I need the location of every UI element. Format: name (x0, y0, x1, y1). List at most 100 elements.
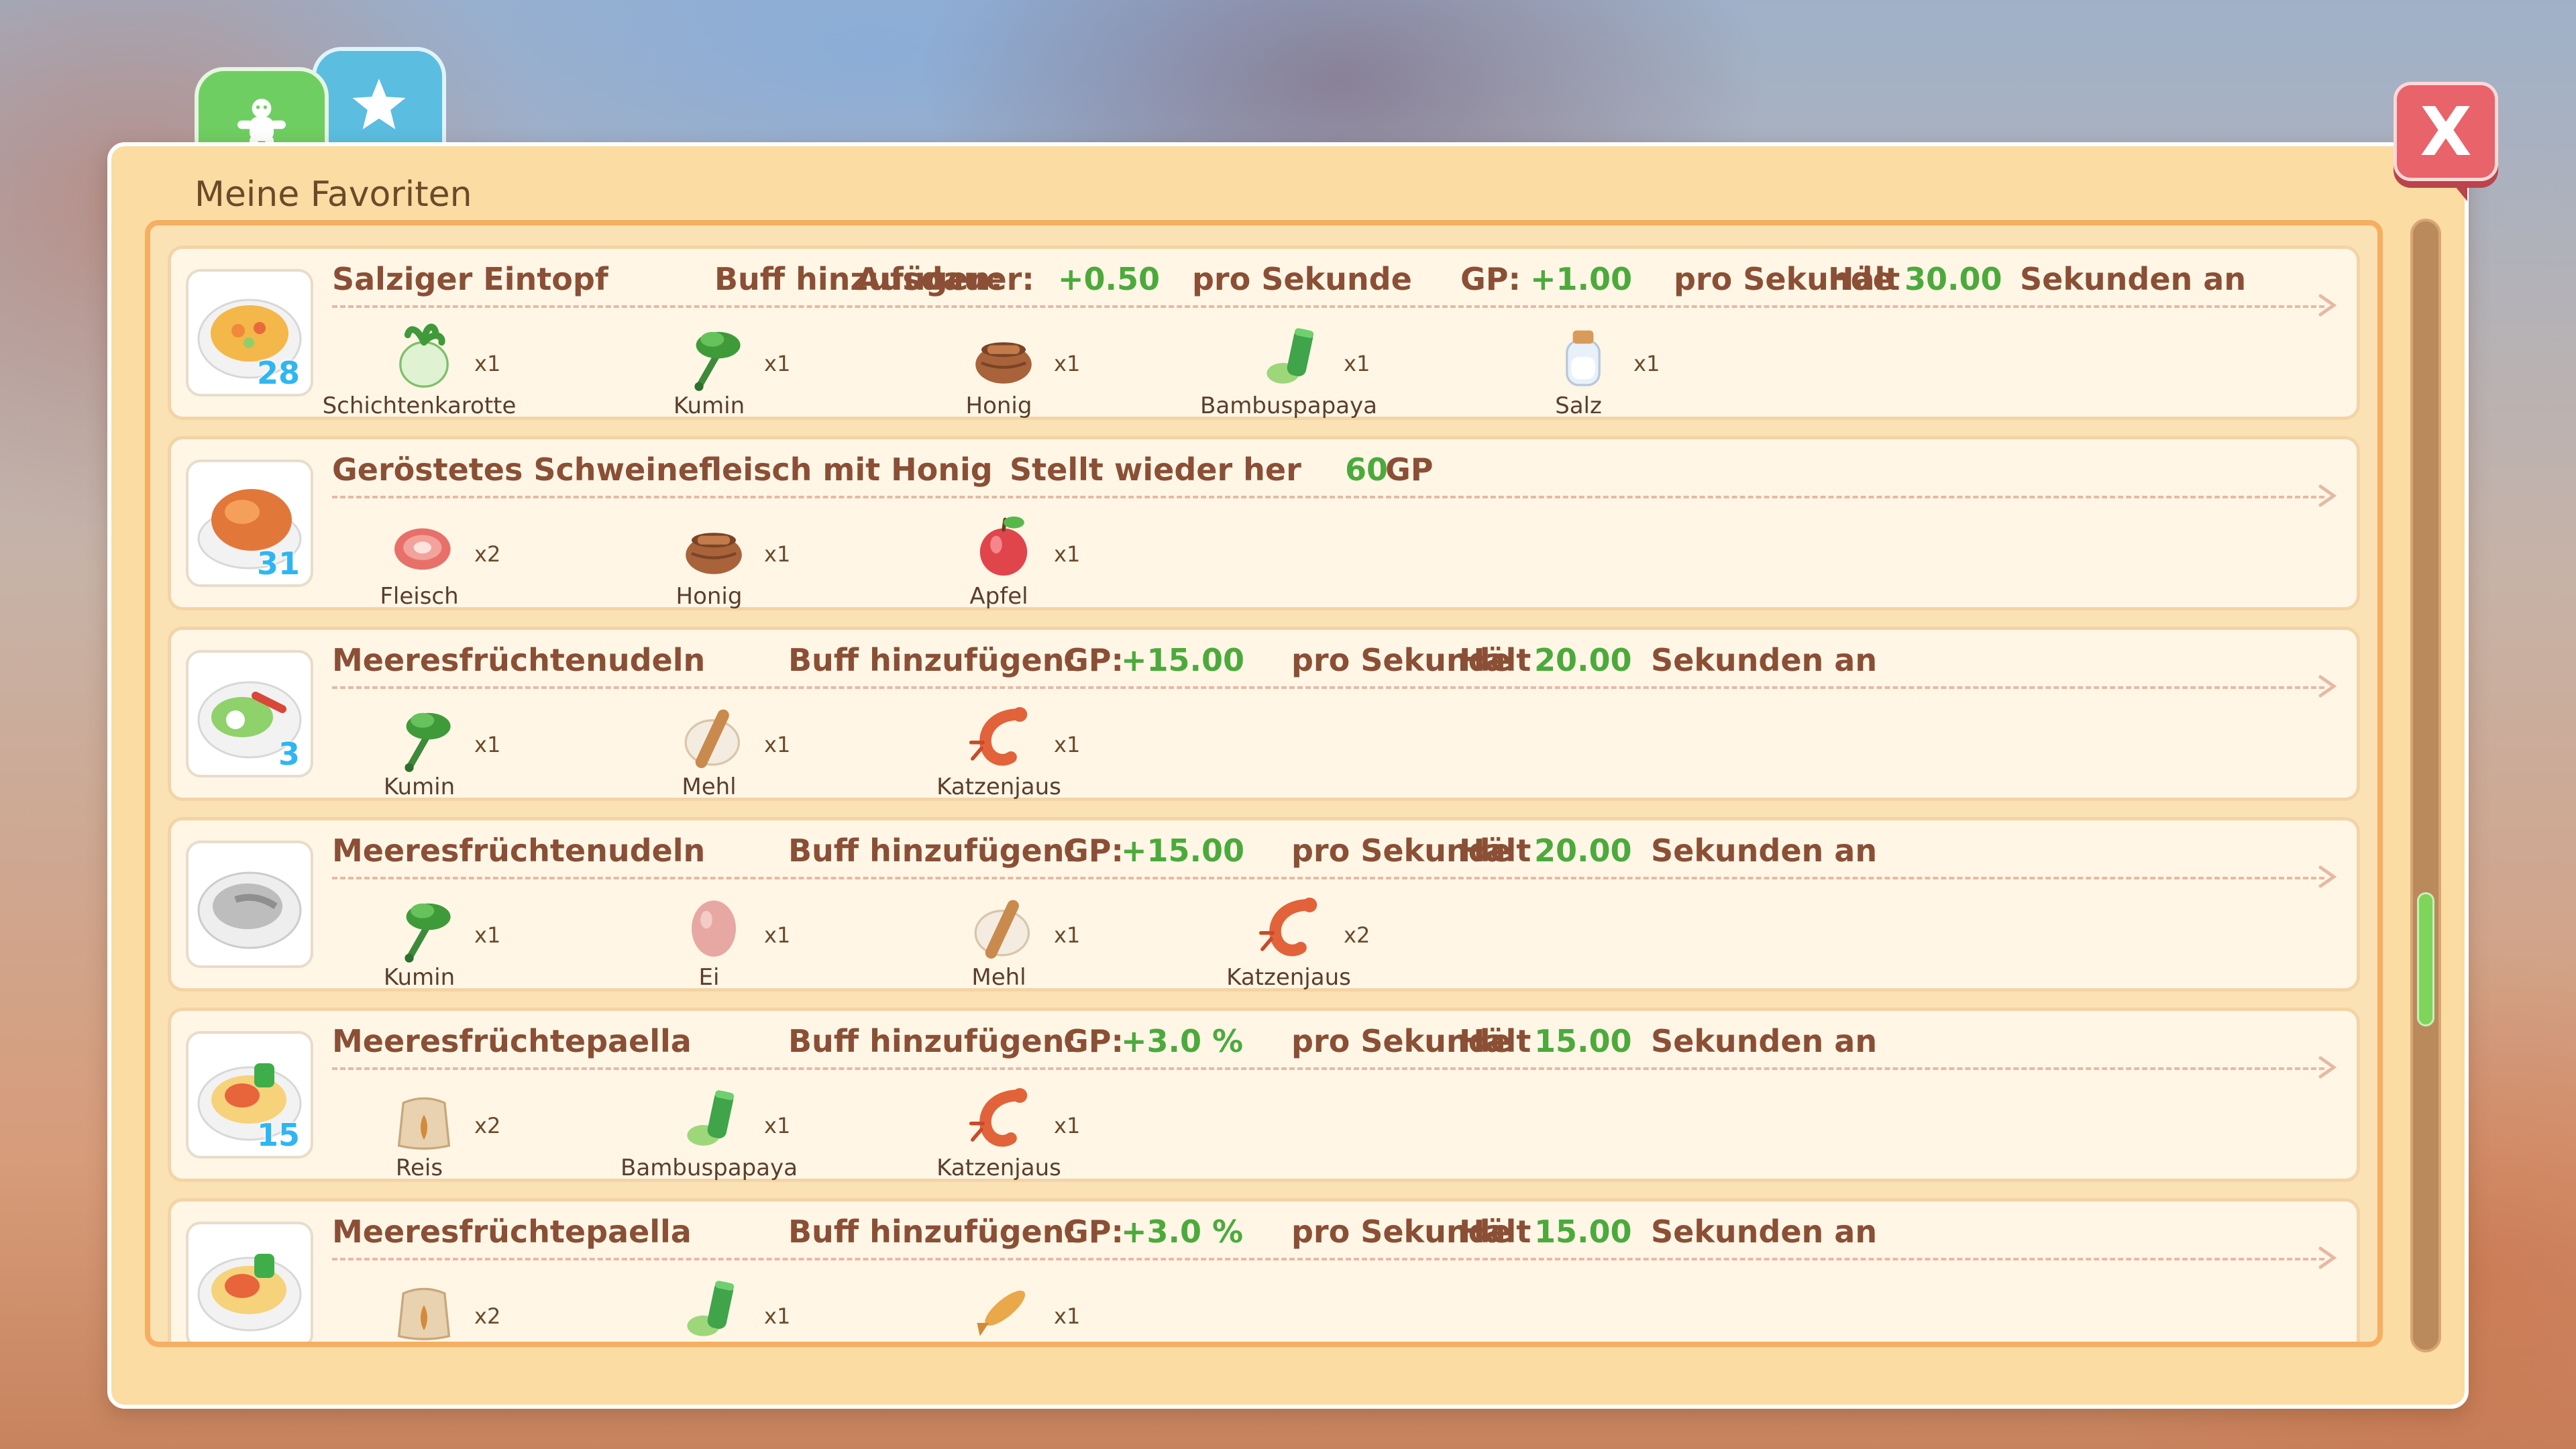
dish-thumbnail[interactable] (186, 1222, 313, 1342)
stat2-label: GP: (1063, 642, 1124, 678)
stat1-value: +0.50 (1058, 261, 1161, 297)
ingredient-item[interactable]: x1 Kumin (332, 700, 506, 800)
cumin-icon (405, 903, 451, 963)
ingredient-item[interactable]: x1 Bambuspapaya (1200, 319, 1377, 419)
dish-thumbnail[interactable] (186, 841, 313, 968)
stat2-value: +1.00 (1530, 261, 1633, 297)
duration-label: Hält (1459, 1214, 1532, 1250)
recipe-row[interactable]: 31 Geröstetes Schweinefleisch mit Honig St… (168, 436, 2360, 610)
ingredient-item[interactable]: x1 Katzenjaus (912, 1081, 1086, 1181)
ingredient-item[interactable]: x1 Apfel (912, 509, 1086, 610)
duration-label: Hält (1459, 1023, 1532, 1059)
scrollbar-thumb[interactable] (2417, 892, 2434, 1026)
shrimp-icon (1258, 898, 1318, 957)
dashed-divider (332, 1067, 2324, 1070)
ingredient-item[interactable]: x1 Katzenjaus (912, 700, 1086, 800)
close-button-tail (2449, 178, 2467, 201)
ingredient-item[interactable]: x1 Mehl (912, 890, 1086, 991)
duration-label: Hält (1459, 642, 1532, 678)
dish-icon (197, 871, 302, 949)
stat1-label: Ausdauer: (857, 261, 1034, 297)
ingredient-item[interactable]: x2 (332, 1271, 506, 1342)
dish-thumbnail[interactable]: 3 (186, 650, 313, 777)
stat2-label: GP: (1460, 261, 1521, 297)
scrollbar[interactable] (2410, 219, 2441, 1352)
ingredient-item[interactable]: x1 Mehl (622, 700, 796, 800)
ingredient-name: Kumin (383, 964, 455, 991)
ingredient-quantity: x1 (1054, 922, 1081, 948)
ingredient-name: Mehl (971, 964, 1026, 991)
arrow-right-icon (2318, 482, 2338, 509)
ingredient-name: Salz (1555, 392, 1602, 419)
ingredient-name: Katzenjaus (1226, 964, 1351, 991)
dashed-divider (332, 1258, 2324, 1260)
ingredient-item[interactable]: x2 Katzenjaus (1201, 890, 1376, 991)
ingredient-quantity: x1 (1054, 541, 1081, 567)
dish-thumbnail[interactable]: 15 (186, 1031, 313, 1159)
recipe-headline: Meeresfrüchtepaella Buff hinzufügen: GP: +3… (332, 1023, 2331, 1063)
stat2-label: GP: (1063, 833, 1124, 869)
ingredient-item[interactable]: x2 Fleisch (332, 509, 506, 610)
ingredient-item[interactable]: x1 Kumin (332, 890, 506, 991)
buff-label: Buff hinzufügen: (788, 1214, 1077, 1250)
dashed-divider (332, 496, 2324, 498)
duration-value: 15.00 (1534, 1214, 1632, 1250)
duration-label: Hält (1459, 833, 1532, 869)
ingredient-quantity: x1 (764, 922, 791, 948)
recipe-row[interactable]: Meeresfrüchtepaella Buff hinzufügen: GP: +3… (168, 1198, 2360, 1342)
ingredient-item[interactable]: x1 (912, 1271, 1086, 1342)
recipe-list-inner: 28 Salziger Eintopf Buff hinzufügen: Ausdau… (168, 246, 2360, 1342)
panel-title: Meine Favoriten (195, 174, 472, 215)
flour-icon (974, 900, 1030, 959)
restore-value: 60 (1345, 451, 1389, 488)
ingredient-quantity: x2 (1344, 922, 1371, 948)
duration-value: 30.00 (1904, 261, 2002, 297)
fish-icon (977, 1290, 1026, 1336)
restore-label: Stellt wieder her (1010, 451, 1301, 488)
close-button[interactable]: X (2394, 82, 2498, 181)
ingredient-name: Reis (395, 1155, 443, 1181)
duration-value: 20.00 (1534, 642, 1632, 678)
ingredient-item[interactable]: x1 Kumin (622, 319, 796, 419)
tab-favorites[interactable] (312, 47, 446, 148)
arrow-right-icon (2318, 863, 2338, 890)
ingredient-name: Fleisch (380, 583, 459, 610)
recipe-row[interactable]: 15 Meeresfrüchtepaella Buff hinzufügen: GP:… (168, 1008, 2360, 1182)
dish-thumbnail[interactable]: 31 (186, 460, 313, 587)
stat2-label: GP: (1063, 1214, 1124, 1250)
recipe-name: Salziger Eintopf (332, 261, 608, 297)
dashed-divider (332, 877, 2324, 879)
ingredient-item[interactable]: x1 Honig (912, 319, 1086, 419)
star-icon (352, 78, 406, 129)
ingredient-item[interactable]: x1 Ei (622, 890, 796, 991)
close-icon: X (2420, 92, 2472, 171)
recipe-row[interactable]: 3 Meeresfrüchtenudeln Buff hinzufügen: GP: +… (168, 627, 2360, 801)
recipe-list[interactable]: 28 Salziger Eintopf Buff hinzufügen: Ausdau… (145, 220, 2383, 1347)
ingredient-item[interactable]: x2 Reis (332, 1081, 506, 1181)
ingredient-quantity: x1 (1344, 351, 1371, 376)
rice-sack-icon (397, 1097, 451, 1150)
ingredient-quantity: x1 (474, 922, 501, 948)
ingredient-name: Apfel (969, 583, 1028, 610)
recipe-row[interactable]: Meeresfrüchtenudeln Buff hinzufügen: GP: +1… (168, 817, 2360, 991)
stat2-label: GP: (1063, 1023, 1124, 1059)
ingredient-item[interactable]: x1 Salz (1491, 319, 1666, 419)
arrow-right-icon (2318, 673, 2338, 700)
ingredient-quantity: x1 (1054, 1303, 1081, 1329)
ingredient-item[interactable]: x1 Schichtenkarotte (323, 319, 516, 419)
favorites-panel: Meine Favoriten 28 Salziger Eintopf Buff h… (107, 142, 2469, 1409)
recipe-headline: Meeresfrüchtenudeln Buff hinzufügen: GP: +1… (332, 642, 2331, 682)
ingredient-name: Katzenjaus (936, 773, 1061, 800)
recipe-headline: Meeresfrüchtepaella Buff hinzufügen: GP: +3… (332, 1214, 2331, 1254)
ingredient-item[interactable]: x1 (622, 1271, 796, 1342)
dish-thumbnail[interactable]: 28 (186, 269, 313, 396)
ingredient-quantity: x1 (1054, 351, 1081, 376)
rice-sack-icon (397, 1287, 451, 1340)
stat2-value: +3.0 % (1121, 1214, 1244, 1250)
ingredient-quantity: x1 (1633, 351, 1660, 376)
apple-icon (979, 517, 1028, 576)
ingredient-quantity: x2 (474, 1303, 501, 1329)
recipe-row[interactable]: 28 Salziger Eintopf Buff hinzufügen: Ausdau… (168, 246, 2360, 420)
ingredient-item[interactable]: x1 Bambuspapaya (621, 1081, 798, 1181)
ingredient-item[interactable]: x1 Honig (622, 509, 796, 610)
